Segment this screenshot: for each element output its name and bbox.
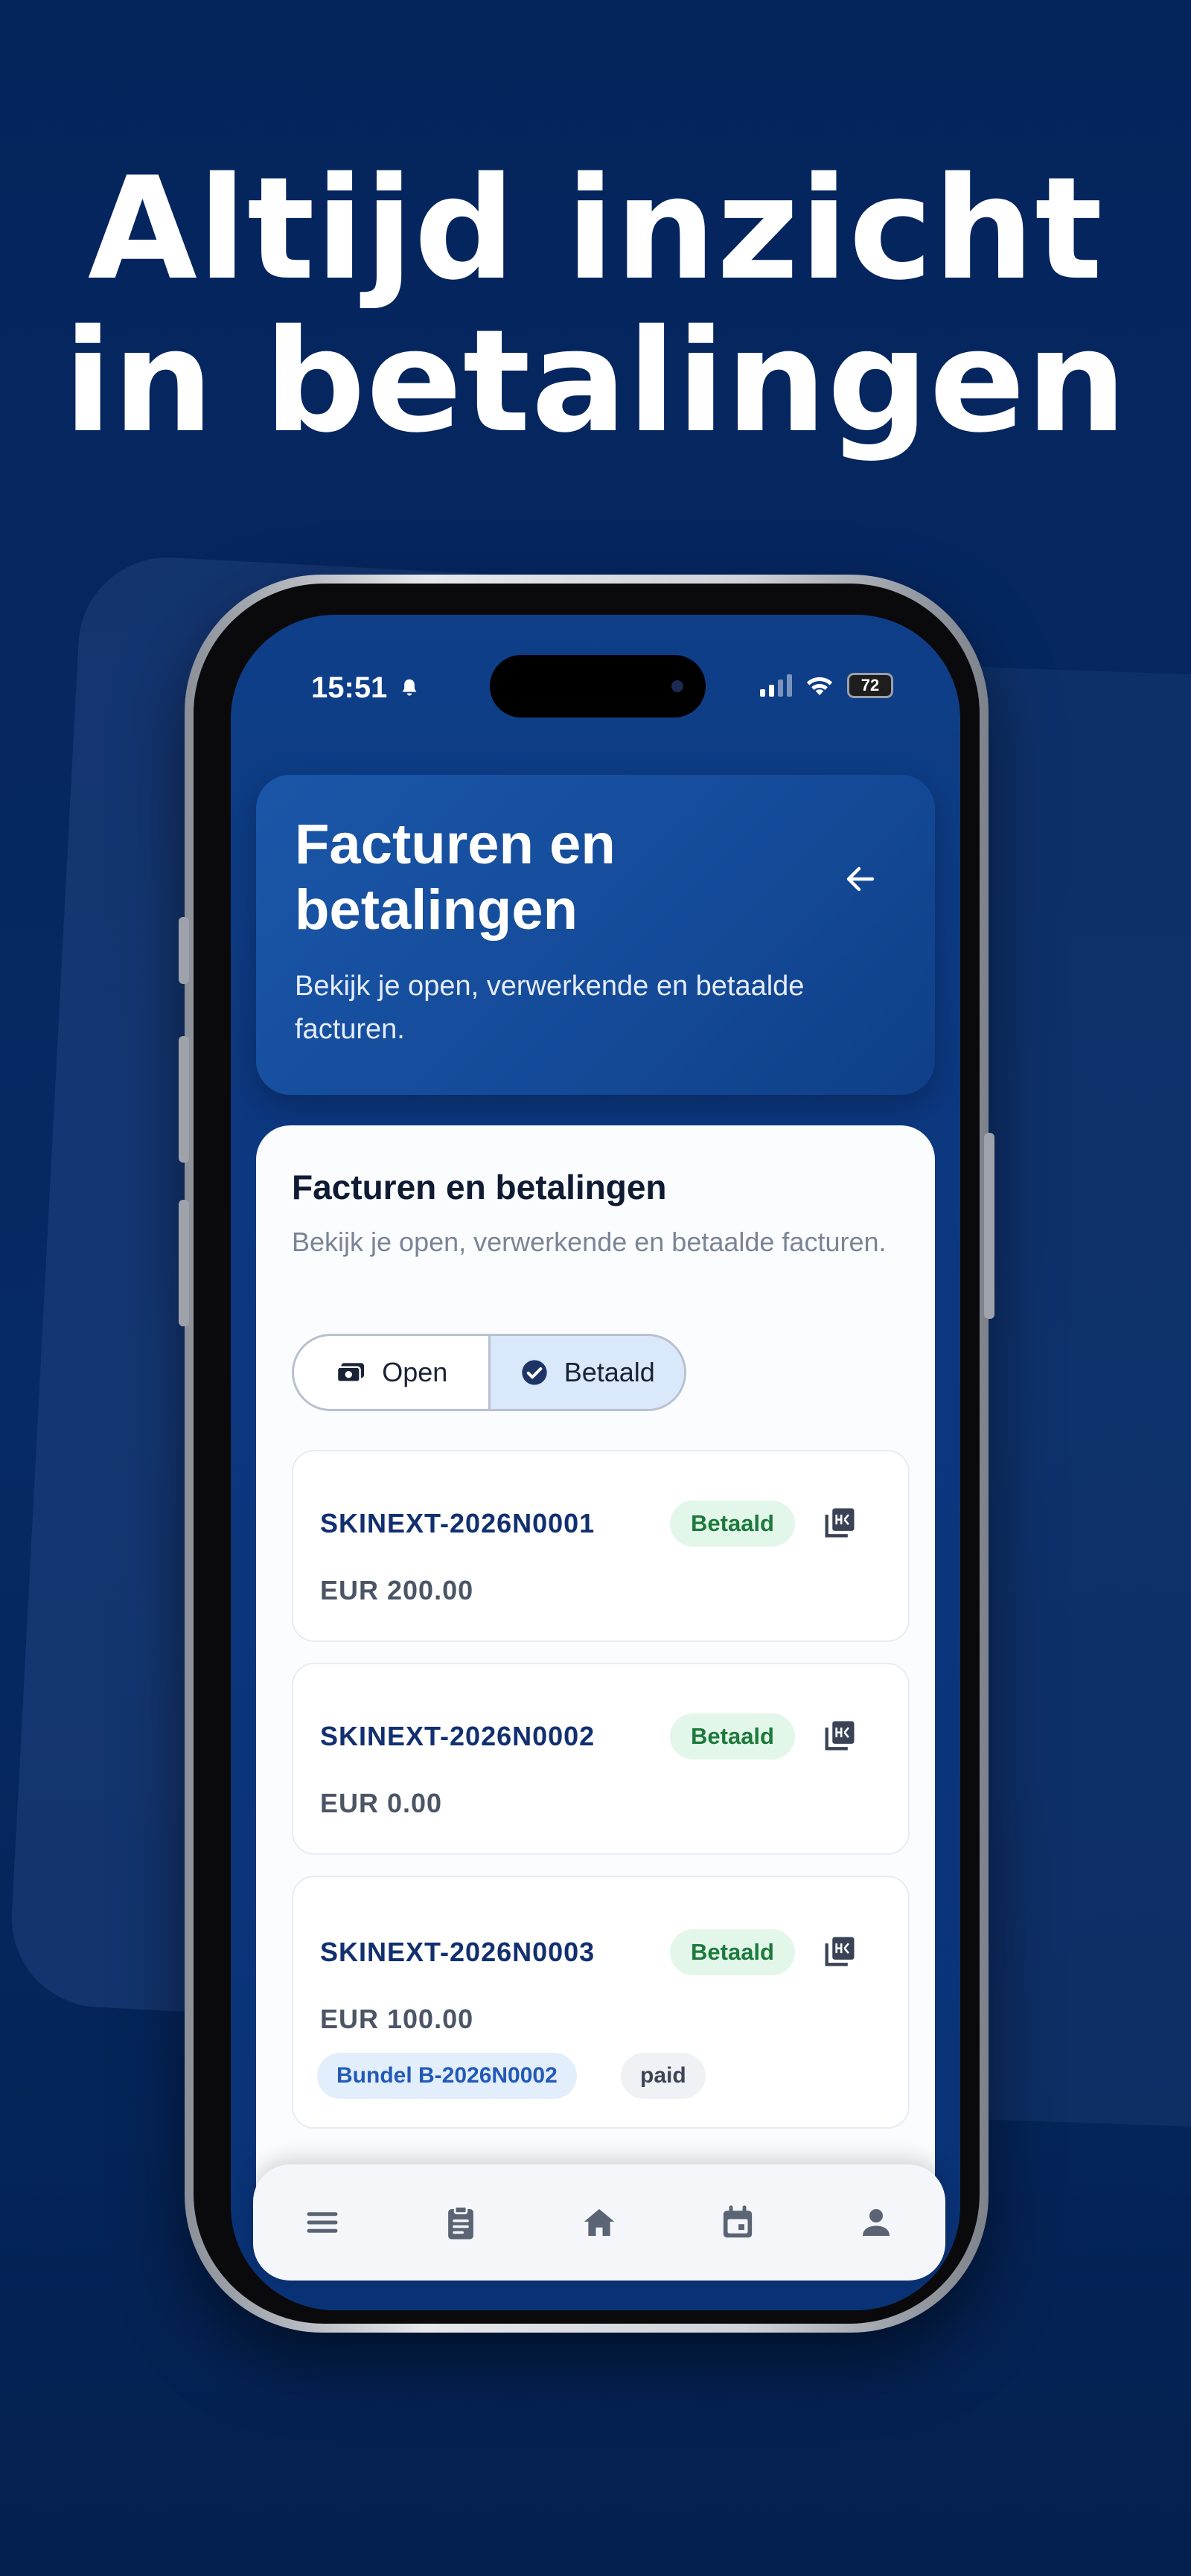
arrow-left-icon (846, 866, 875, 892)
status-time: 15:51 (311, 671, 421, 705)
invoices-card: Facturen en betalingen Bekijk je open, v… (256, 1125, 935, 2227)
invoice-item[interactable]: SKINEXT-2026N0003 Betaald EUR 100.00 Bun… (292, 1876, 910, 2129)
phone-volume-down-button (179, 1200, 189, 1326)
invoice-document-button[interactable] (817, 1500, 862, 1545)
status-badge: Betaald (670, 1929, 795, 1975)
menu-icon (307, 2212, 338, 2233)
invoice-document-button[interactable] (817, 1929, 862, 1974)
battery-level: 72 (860, 676, 880, 694)
bell-icon (403, 679, 417, 696)
phone-screen: 15:51 72 Facturen en betalingen Bekijk j… (231, 615, 960, 2310)
battery-indicator: 72 (847, 673, 893, 698)
invoice-document-button[interactable] (817, 1713, 862, 1758)
invoice-amount: EUR 200.00 (320, 1575, 474, 1605)
phone-frame: 15:51 72 Facturen en betalingen Bekijk j… (179, 575, 994, 2333)
cellular-signal-icon (760, 674, 792, 697)
wifi-icon (806, 677, 833, 696)
headline-line-2: in betalingen (63, 299, 1128, 464)
headline-line-1: Altijd inzicht (87, 147, 1104, 311)
document-stack-icon (825, 1937, 855, 1966)
invoice-amount: EUR 0.00 (320, 1788, 443, 1818)
status-bar: 15:51 72 (231, 615, 960, 749)
marketing-headline: Altijd inzicht in betalingen (0, 153, 1191, 458)
cash-icon (336, 1363, 365, 1383)
nav-tasks[interactable] (427, 2189, 494, 2256)
bottom-navigation (253, 2164, 945, 2281)
page-header-card: Facturen en betalingen Bekijk je open, v… (256, 775, 935, 1095)
invoice-item[interactable]: SKINEXT-2026N0001 Betaald EUR 200.00 (292, 1450, 910, 1642)
invoice-item[interactable]: SKINEXT-2026N0002 Betaald EUR 0.00 (292, 1663, 910, 1855)
status-icons: 72 (760, 673, 893, 698)
check-circle-icon (522, 1360, 547, 1385)
invoice-filter-tabs: Open Betaald (292, 1334, 686, 1411)
status-badge: Betaald (670, 1713, 795, 1760)
document-stack-icon (825, 1508, 855, 1538)
app-store-screenshot: Altijd inzicht in betalingen 15:51 72 Fa… (0, 0, 1191, 2576)
nav-home[interactable] (566, 2189, 633, 2256)
bundle-tag[interactable]: Bundel B-2026N0002 (317, 2053, 577, 2099)
phone-power-button (984, 1133, 994, 1319)
phone-action-button (179, 917, 189, 984)
phone-volume-up-button (179, 1036, 189, 1163)
phone-bezel: 15:51 72 Facturen en betalingen Bekijk j… (194, 584, 980, 2324)
person-icon (863, 2209, 890, 2236)
document-stack-icon (825, 1721, 855, 1751)
calendar-icon (723, 2205, 753, 2238)
tab-betaald[interactable]: Betaald (488, 1336, 684, 1409)
section-title: Facturen en betalingen (292, 1168, 667, 1206)
back-button[interactable] (831, 849, 890, 909)
home-icon (584, 2209, 615, 2236)
page-subtitle: Bekijk je open, verwerkende en betaalde … (295, 971, 805, 1045)
tab-open[interactable]: Open (294, 1336, 488, 1409)
nav-menu[interactable] (289, 2189, 356, 2256)
dynamic-island (490, 655, 706, 717)
bundle-status-tag: paid (621, 2053, 706, 2099)
status-badge: Betaald (670, 1500, 795, 1547)
invoice-number: SKINEXT-2026N0002 (320, 1721, 596, 1751)
invoice-number: SKINEXT-2026N0003 (320, 1937, 596, 1967)
nav-profile[interactable] (843, 2189, 910, 2256)
clipboard-icon (448, 2205, 473, 2240)
camera-dot (671, 680, 683, 692)
section-subtitle: Bekijk je open, verwerkende en betaalde … (292, 1227, 887, 1257)
page-title: Facturen en betalingen (295, 813, 616, 942)
status-time-text: 15:51 (311, 671, 388, 704)
invoice-amount: EUR 100.00 (320, 2004, 474, 2034)
tab-open-label: Open (382, 1357, 448, 1387)
nav-calendar[interactable] (704, 2189, 771, 2256)
tab-betaald-label: Betaald (563, 1357, 655, 1387)
invoice-number: SKINEXT-2026N0001 (320, 1508, 596, 1538)
